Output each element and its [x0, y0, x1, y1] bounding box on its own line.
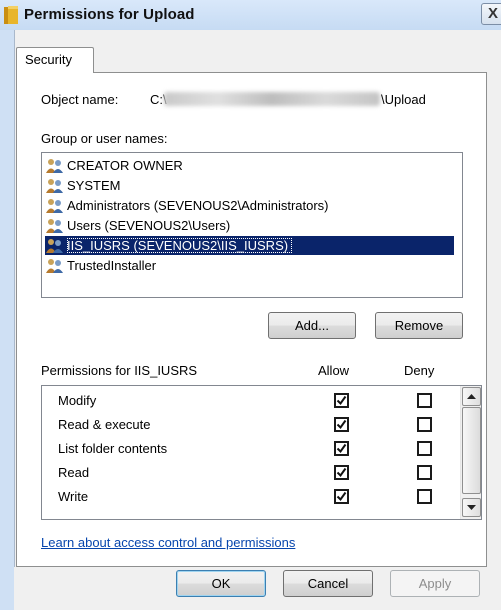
permission-name: Write	[58, 489, 89, 504]
folder-icon	[4, 6, 18, 24]
permission-row: List folder contents	[42, 437, 457, 461]
allow-checkbox[interactable]	[334, 441, 349, 456]
deny-checkbox[interactable]	[417, 417, 432, 432]
permission-name: List folder contents	[58, 441, 168, 456]
scroll-up-button[interactable]	[462, 387, 481, 406]
user-list[interactable]: CREATOR OWNER SYSTEM Administrators (SEVEN…	[41, 152, 463, 298]
user-group-icon	[45, 158, 65, 174]
permission-name: Read & execute	[58, 417, 151, 432]
user-list-item[interactable]: IIS_IUSRS (SEVENOUS2\IIS_IUSRS)	[45, 236, 454, 255]
user-name: CREATOR OWNER	[67, 158, 183, 173]
user-name: SYSTEM	[67, 178, 121, 193]
permission-name: Read	[58, 465, 90, 480]
deny-checkbox[interactable]	[417, 441, 432, 456]
ok-button[interactable]: OK	[176, 570, 266, 597]
tab-security[interactable]: Security	[16, 47, 94, 73]
object-name-suffix: \Upload	[381, 92, 426, 107]
user-name: TrustedInstaller	[67, 258, 157, 273]
user-group-icon	[45, 218, 65, 234]
permissions-list: Modify Read & execute List folder contents…	[41, 385, 482, 520]
group-names-label: Group or user names:	[41, 131, 168, 146]
permission-row: Read	[42, 461, 457, 485]
title-bar: Permissions for Upload	[0, 0, 501, 30]
object-name-redacted	[164, 92, 380, 106]
permissions-scrollbar[interactable]	[460, 386, 481, 519]
apply-button[interactable]: Apply	[390, 570, 480, 597]
user-group-icon	[45, 198, 65, 214]
arrow-up-icon	[467, 394, 476, 399]
user-group-icon	[45, 238, 65, 254]
allow-checkbox[interactable]	[334, 465, 349, 480]
user-list-item[interactable]: CREATOR OWNER	[45, 156, 454, 175]
allow-checkbox[interactable]	[334, 393, 349, 408]
deny-column-header: Deny	[404, 363, 435, 378]
allow-checkbox[interactable]	[334, 489, 349, 504]
remove-button[interactable]: Remove	[375, 312, 463, 339]
deny-checkbox[interactable]	[417, 465, 432, 480]
user-list-item[interactable]: SYSTEM	[45, 176, 454, 195]
window-title: Permissions for Upload	[24, 6, 195, 23]
allow-column-header: Allow	[318, 363, 350, 378]
user-list-item[interactable]: Users (SEVENOUS2\Users)	[45, 216, 454, 235]
permissions-header: Permissions for IIS_IUSRS	[41, 363, 198, 378]
allow-checkbox[interactable]	[334, 417, 349, 432]
user-group-icon	[45, 178, 65, 194]
user-list-item[interactable]: Administrators (SEVENOUS2\Administrators…	[45, 196, 454, 215]
user-group-icon	[45, 258, 65, 274]
object-name-label: Object name:	[41, 92, 119, 107]
user-name: Administrators (SEVENOUS2\Administrators…	[67, 198, 329, 213]
user-name: IIS_IUSRS (SEVENOUS2\IIS_IUSRS)	[67, 238, 293, 253]
deny-checkbox[interactable]	[417, 489, 432, 504]
add-button[interactable]: Add...	[268, 312, 356, 339]
cancel-button[interactable]: Cancel	[283, 570, 373, 597]
permission-name: Modify	[58, 393, 97, 408]
user-list-item[interactable]: TrustedInstaller	[45, 256, 454, 275]
deny-checkbox[interactable]	[417, 393, 432, 408]
access-control-help-link[interactable]: Learn about access control and permissio…	[41, 535, 295, 550]
scroll-thumb[interactable]	[462, 407, 481, 494]
permission-row: Write	[42, 485, 457, 509]
user-name: Users (SEVENOUS2\Users)	[67, 218, 231, 233]
permission-row: Modify	[42, 389, 457, 413]
arrow-down-icon	[467, 505, 476, 510]
scroll-down-button[interactable]	[462, 498, 481, 517]
close-button[interactable]: X	[481, 3, 501, 25]
permission-row: Read & execute	[42, 413, 457, 437]
